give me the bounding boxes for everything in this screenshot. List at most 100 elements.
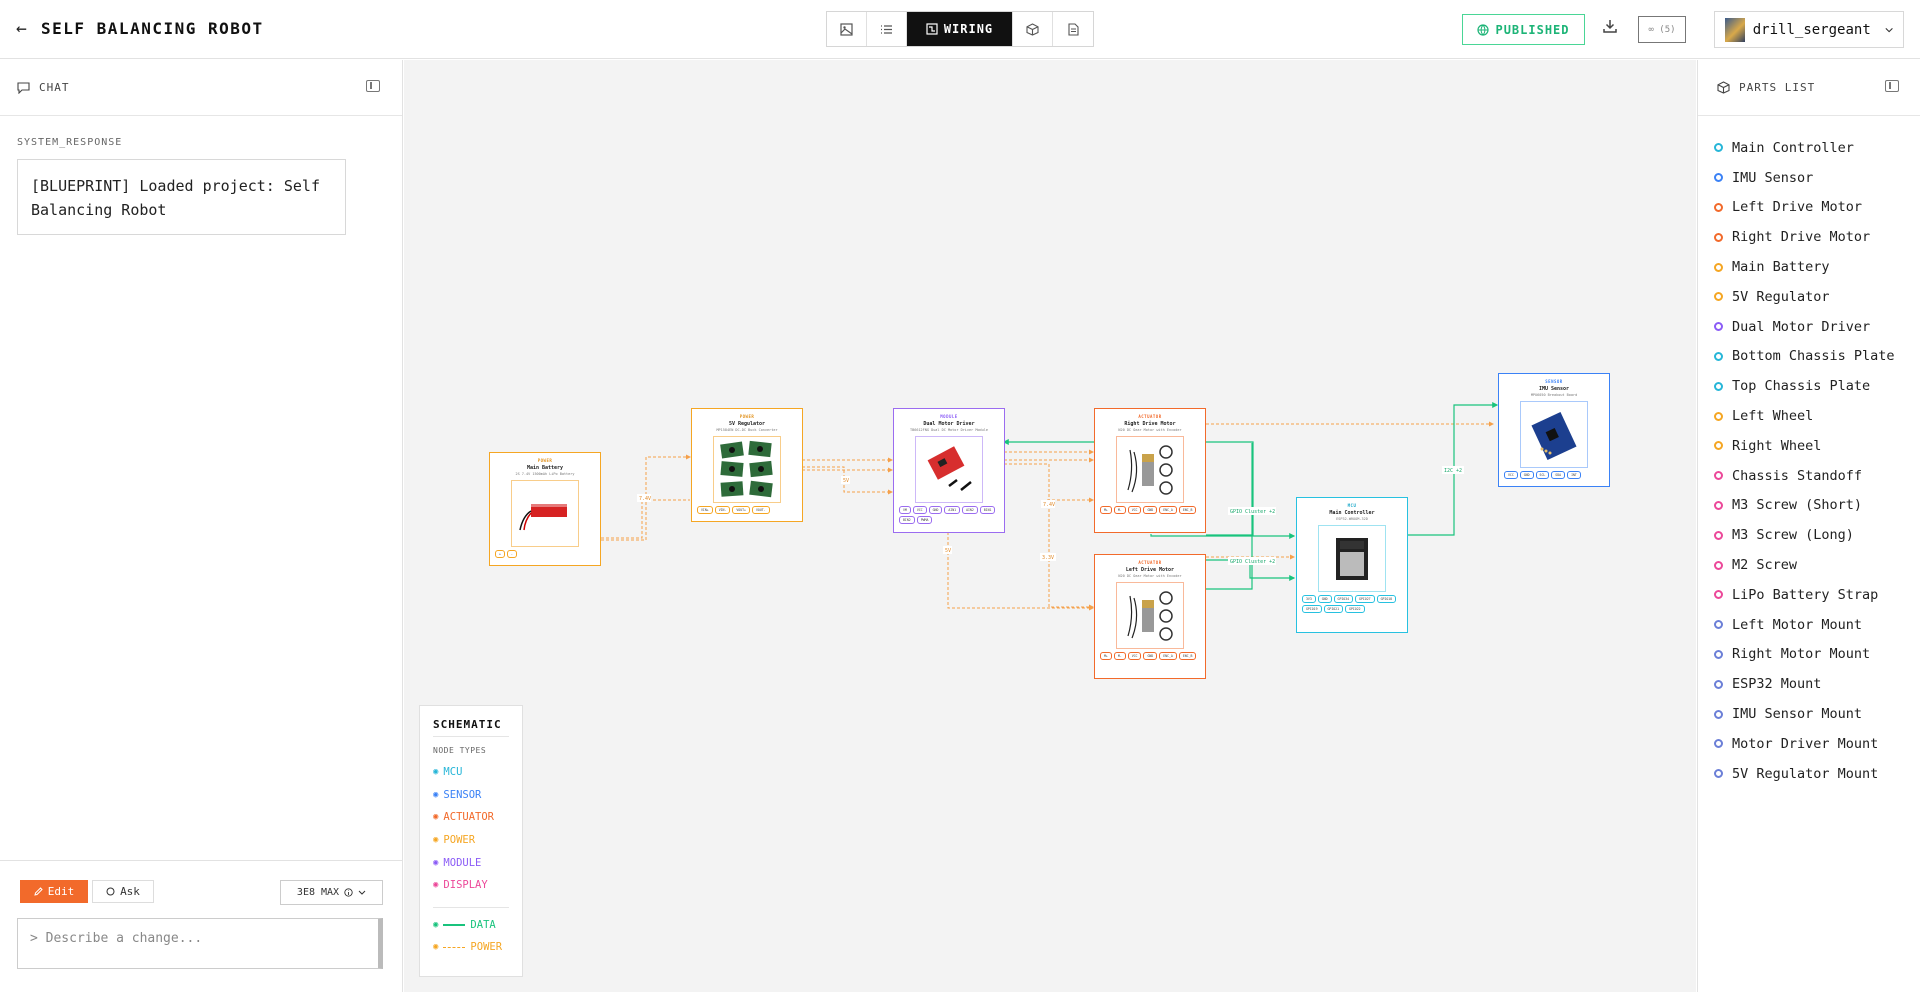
legend-power[interactable]: ◉ POWER (433, 936, 509, 959)
legend-type[interactable]: ◉ MODULE (433, 851, 509, 874)
part-item[interactable]: Top Chassis Plate (1698, 371, 1920, 401)
change-input[interactable]: > Describe a change... (17, 918, 383, 969)
node-main-controller[interactable]: MCU Main Controller ESP32-WROOM-32D 3V3 G… (1296, 497, 1408, 633)
list-view-tab[interactable] (867, 12, 907, 46)
part-item[interactable]: Left Wheel (1698, 401, 1920, 431)
part-item[interactable]: IMU Sensor Mount (1698, 699, 1920, 729)
pin-label[interactable]: GPIO18 (1376, 595, 1397, 603)
part-label: Chassis Standoff (1732, 467, 1863, 484)
edit-mode-button[interactable]: Edit (20, 880, 88, 903)
user-menu[interactable]: drill_sergeant (1714, 11, 1904, 48)
collapse-panel-icon[interactable] (1885, 80, 1899, 92)
part-item[interactable]: Motor Driver Mount (1698, 729, 1920, 759)
part-category-icon (1714, 441, 1723, 451)
part-item[interactable]: Right Motor Mount (1698, 640, 1920, 670)
part-item[interactable]: 5V Regulator Mount (1698, 759, 1920, 789)
pin-label[interactable]: VIN- (714, 506, 731, 514)
part-item[interactable]: Left Motor Mount (1698, 610, 1920, 640)
part-item[interactable]: M2 Screw (1698, 550, 1920, 580)
back-arrow-icon[interactable]: ← (16, 18, 27, 39)
published-button[interactable]: PUBLISHED (1462, 14, 1585, 45)
pin-label[interactable]: AIN1 (944, 506, 961, 514)
model-select[interactable]: 3E8 MAX (280, 880, 383, 905)
legend-data[interactable]: ◉ DATA (433, 914, 509, 937)
pin-row: VIN+ VIN- VOUT+ VOUT- (692, 503, 802, 514)
pin-label[interactable]: BIN2 (899, 516, 915, 524)
pin-label[interactable]: GPIO21 (1323, 605, 1344, 613)
part-item[interactable]: Main Battery (1698, 252, 1920, 282)
pin-label[interactable]: M+ (1100, 652, 1112, 660)
pin-label[interactable]: GPIO19 (1302, 605, 1322, 613)
part-label: IMU Sensor (1732, 169, 1814, 186)
part-item[interactable]: M3 Screw (Short) (1698, 491, 1920, 521)
part-item[interactable]: Left Drive Motor (1698, 193, 1920, 223)
legend-type[interactable]: ◉ ACTUATOR (433, 806, 509, 829)
pin-label[interactable]: 3V3 (1302, 595, 1316, 603)
node-right-drive-motor[interactable]: ACTUATOR Right Drive Motor N20 DC Gear M… (1094, 408, 1206, 533)
pin-label[interactable]: - (506, 550, 517, 558)
pin-label[interactable]: M- (1113, 652, 1126, 660)
node-category: MODULE (940, 414, 958, 419)
pin-label[interactable]: VCC (1504, 471, 1518, 479)
pin-label[interactable]: GND (928, 506, 943, 514)
credits-badge[interactable]: ∞ (5) (1638, 16, 1686, 43)
node-imu-sensor[interactable]: SENSOR IMU Sensor MPU6050 Breakout Board… (1498, 373, 1610, 487)
node-5v-regulator[interactable]: POWER 5V Regulator MP1584EN DC-DC Buck C… (691, 408, 803, 522)
pin-label[interactable]: M+ (1100, 506, 1112, 514)
pin-label[interactable]: BIN1 (979, 506, 996, 514)
download-button[interactable] (1602, 18, 1618, 38)
pin-label[interactable]: GND (1317, 595, 1332, 603)
pin-label[interactable]: INT (1567, 471, 1581, 479)
legend-type[interactable]: ◉ DISPLAY (433, 874, 509, 897)
node-dual-motor-driver[interactable]: MODULE Dual Motor Driver TB6612FNG Dual … (893, 408, 1005, 533)
image-view-tab[interactable] (827, 12, 867, 46)
3d-view-tab[interactable] (1013, 12, 1053, 46)
part-item[interactable]: M3 Screw (Long) (1698, 520, 1920, 550)
pin-label[interactable]: VOUT+ (732, 506, 750, 514)
pin-label[interactable]: ENC_B (1178, 506, 1197, 514)
part-item[interactable]: Bottom Chassis Plate (1698, 342, 1920, 372)
legend-type[interactable]: ◉ MCU (433, 761, 509, 784)
pin-label[interactable]: + (495, 550, 505, 558)
part-item[interactable]: Right Wheel (1698, 431, 1920, 461)
wiring-view-tab[interactable]: WIRING (907, 12, 1013, 46)
part-item[interactable]: IMU Sensor (1698, 163, 1920, 193)
pin-label[interactable]: VOUT- (751, 506, 770, 514)
pin-label[interactable]: VM (899, 506, 911, 514)
node-left-drive-motor[interactable]: ACTUATOR Left Drive Motor N20 DC Gear Mo… (1094, 554, 1206, 679)
part-item[interactable]: Main Controller (1698, 133, 1920, 163)
wiring-canvas[interactable]: 7.4V 5V 7.4V 5V 3.3V GPIO Cluster +2 GPI… (404, 60, 1696, 992)
pin-label[interactable]: VCC (1127, 652, 1142, 660)
pin-label[interactable]: VCC (1127, 506, 1142, 514)
docs-view-tab[interactable] (1053, 12, 1093, 46)
part-item[interactable]: LiPo Battery Strap (1698, 580, 1920, 610)
pin-label[interactable]: GPIO27 (1355, 595, 1375, 603)
legend-type[interactable]: ◉ SENSOR (433, 784, 509, 807)
ask-mode-button[interactable]: Ask (92, 880, 154, 903)
pin-label[interactable]: AIN2 (962, 506, 978, 514)
pin-label[interactable]: ENC_B (1178, 652, 1197, 660)
node-main-battery[interactable]: POWER Main Battery 2S 7.4V 1500mAh LiPo … (489, 452, 601, 566)
pin-label[interactable]: VIN+ (697, 506, 713, 514)
pin-label[interactable]: GPIO34 (1333, 595, 1354, 603)
pin-label[interactable]: PWMA (916, 516, 933, 524)
pin-label[interactable]: SCL (1535, 471, 1550, 479)
part-item[interactable]: Dual Motor Driver (1698, 312, 1920, 342)
part-category-icon (1714, 232, 1723, 242)
pin-label[interactable]: M- (1113, 506, 1126, 514)
part-item[interactable]: Right Drive Motor (1698, 222, 1920, 252)
pin-label[interactable]: ENC_A (1159, 506, 1177, 514)
pin-label[interactable]: ENC_A (1159, 652, 1177, 660)
pin-label[interactable]: VCC (912, 506, 927, 514)
legend-type[interactable]: ◉ POWER (433, 829, 509, 852)
pin-label[interactable]: SDA (1551, 471, 1566, 479)
part-item[interactable]: 5V Regulator (1698, 282, 1920, 312)
part-item[interactable]: ESP32 Mount (1698, 669, 1920, 699)
part-category-icon (1714, 620, 1723, 630)
pin-label[interactable]: GND (1143, 652, 1158, 660)
pin-label[interactable]: GPIO22 (1345, 605, 1365, 613)
collapse-panel-icon[interactable] (366, 80, 380, 92)
pin-label[interactable]: GND (1519, 471, 1534, 479)
part-item[interactable]: Chassis Standoff (1698, 461, 1920, 491)
pin-label[interactable]: GND (1143, 506, 1158, 514)
